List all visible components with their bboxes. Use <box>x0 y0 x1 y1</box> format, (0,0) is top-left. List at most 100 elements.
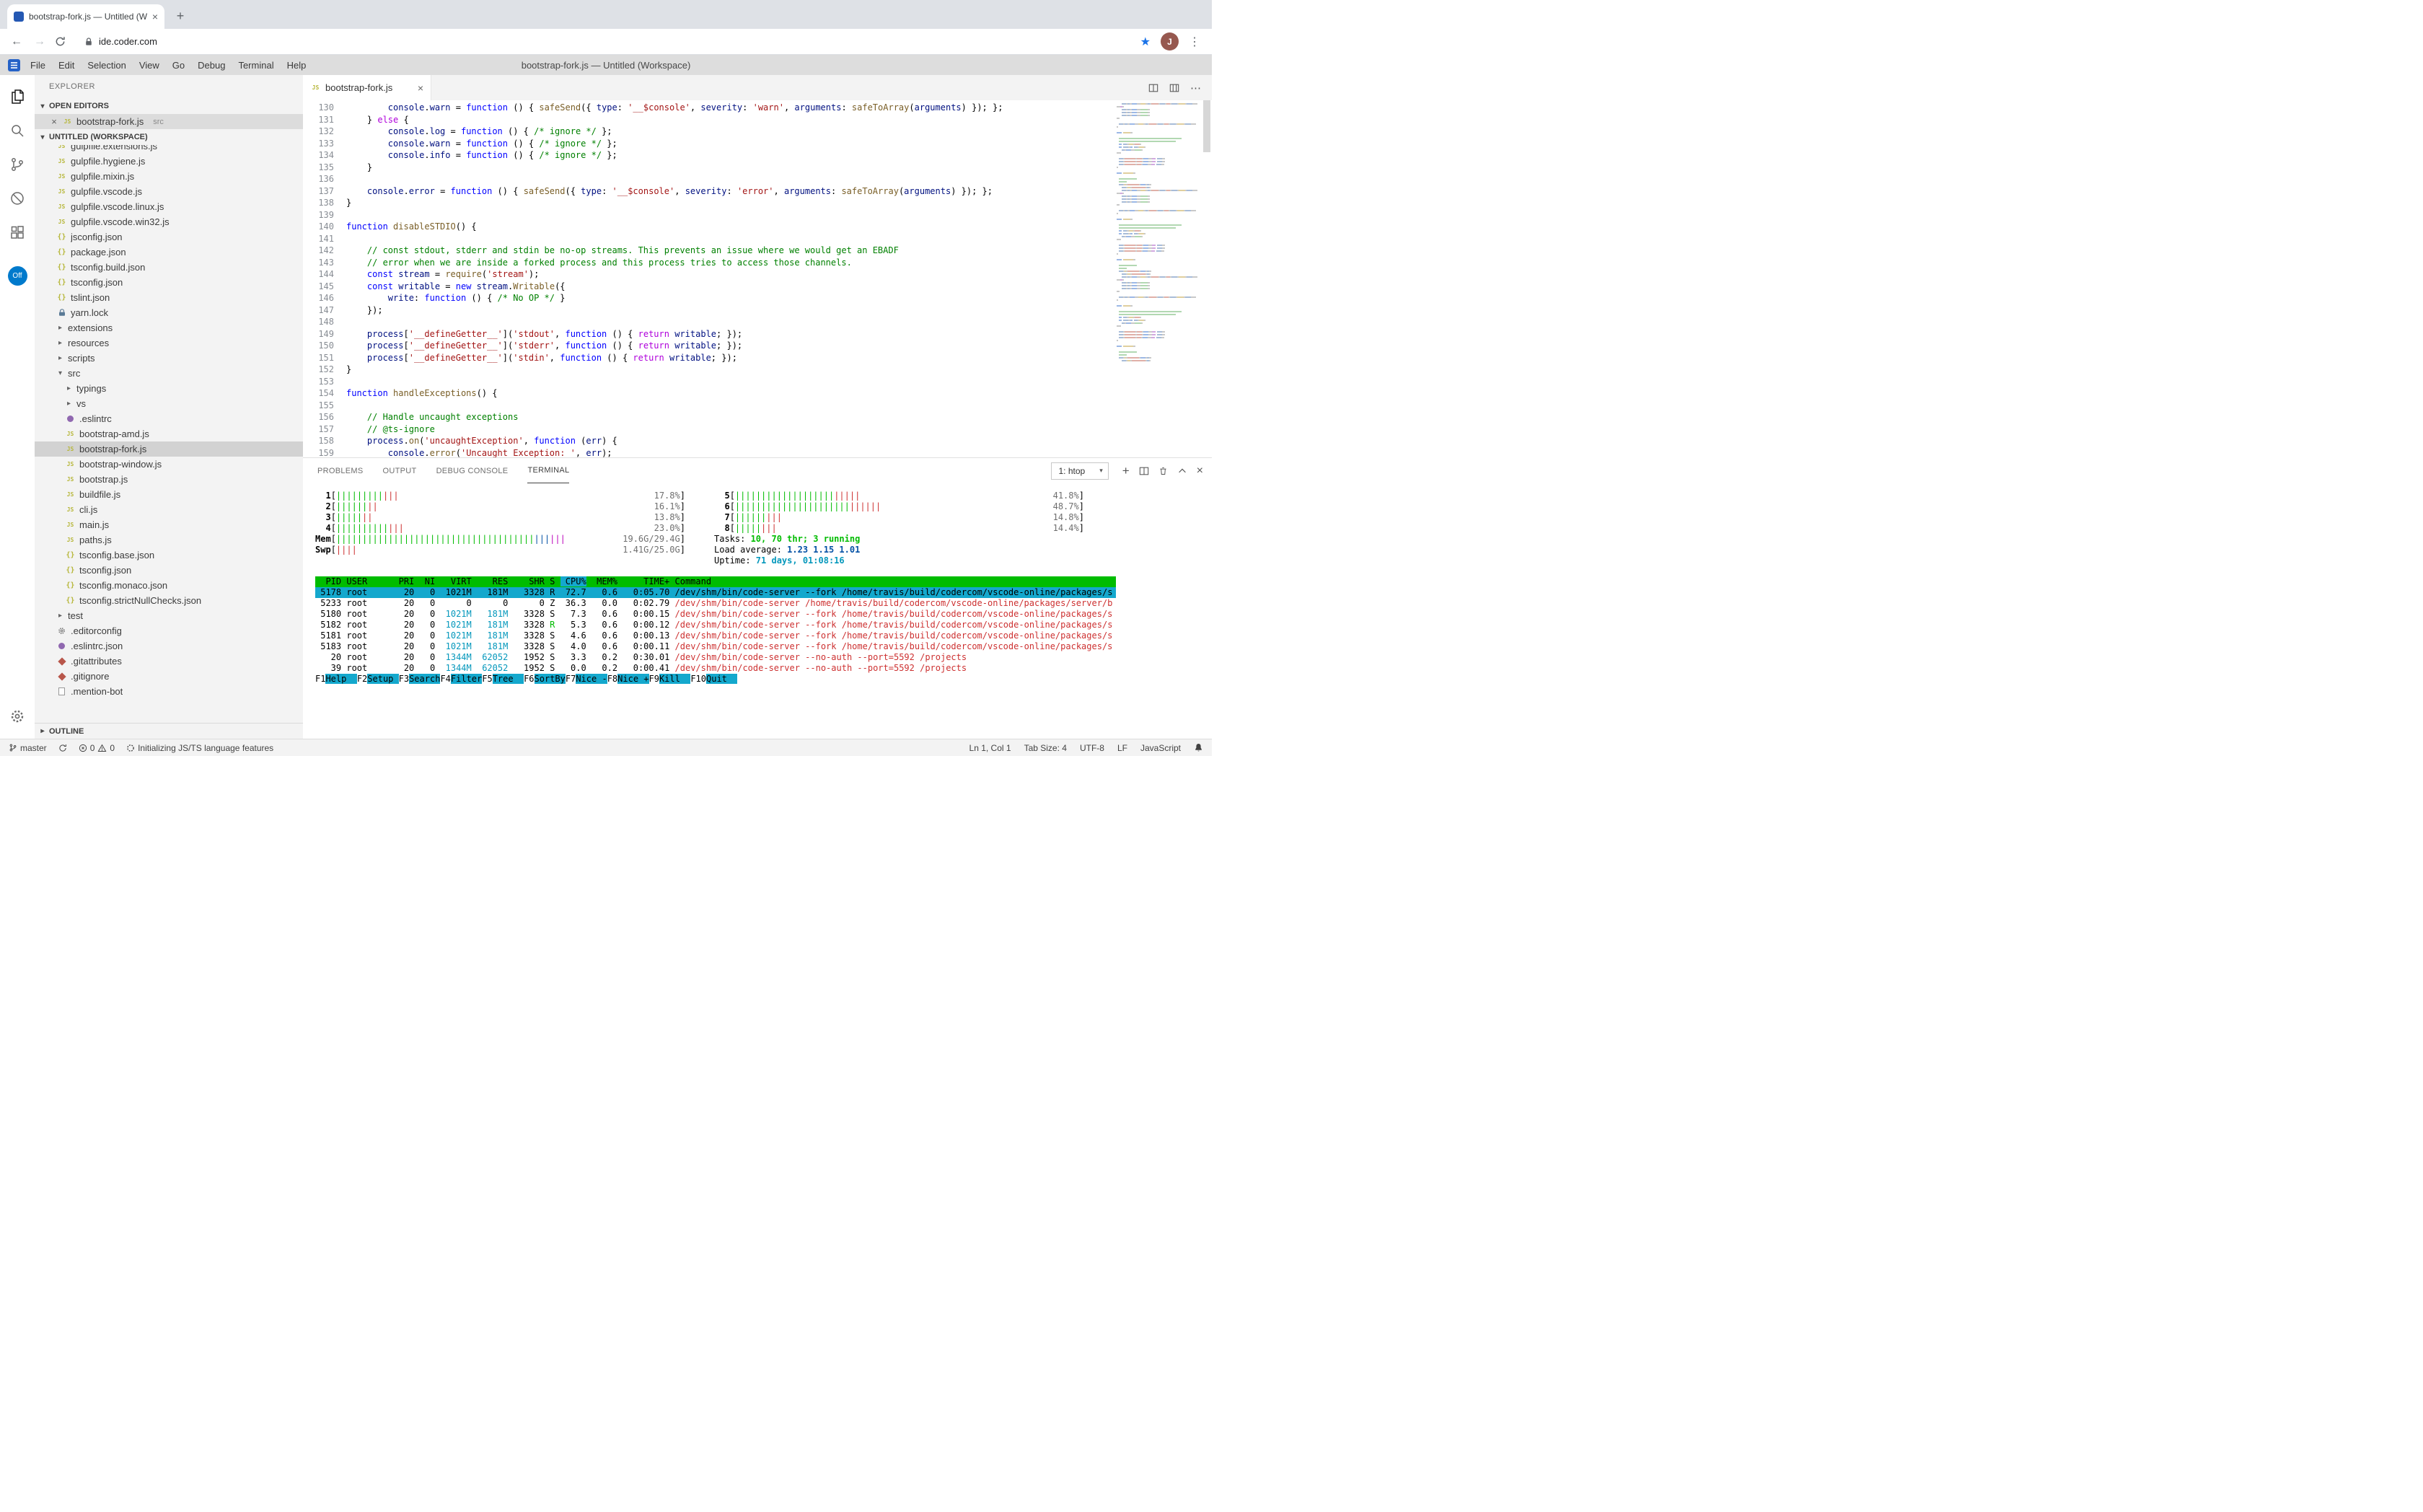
forward-icon[interactable]: → <box>32 35 48 48</box>
terminal-picker[interactable]: 1: htop ▾ <box>1051 462 1108 480</box>
terminal[interactable]: 1[||||||||||||17.8%] 2[||||||||16.1%] 3[… <box>303 483 1212 739</box>
kill-terminal-icon[interactable] <box>1158 466 1168 476</box>
address-bar[interactable]: ide.coder.com <box>78 36 1130 47</box>
htop-process-row[interactable]: 5181 root 20 0 1021M 181M 3328 S 4.6 0.6… <box>315 630 1116 641</box>
editor-tab[interactable]: JS bootstrap-fork.js × <box>303 75 431 100</box>
cursor-position[interactable]: Ln 1, Col 1 <box>969 743 1011 753</box>
code-editor[interactable]: 1301311321331341351361371381391401411421… <box>303 100 1212 457</box>
browser-menu-icon[interactable]: ⋮ <box>1186 35 1203 49</box>
file-tree-item[interactable]: JScli.js <box>35 502 303 517</box>
file-tree-item[interactable]: {}tsconfig.strictNullChecks.json <box>35 593 303 608</box>
explorer-icon[interactable] <box>0 79 35 113</box>
file-tree-item[interactable]: {}tsconfig.json <box>35 563 303 578</box>
back-icon[interactable]: ← <box>9 35 25 48</box>
folder-tree-item[interactable]: ▸resources <box>35 335 303 351</box>
new-terminal-icon[interactable]: + <box>1122 465 1130 477</box>
htop-process-row[interactable]: 5182 root 20 0 1021M 181M 3328 R 5.3 0.6… <box>315 620 1116 630</box>
split-editor-icon[interactable] <box>1148 83 1158 93</box>
extensions-icon[interactable] <box>0 215 35 249</box>
file-tree-item[interactable]: {}tslint.json <box>35 290 303 305</box>
notifications-bell-icon[interactable] <box>1194 743 1203 752</box>
folder-tree-item[interactable]: ▸scripts <box>35 351 303 366</box>
file-tree-item[interactable]: .eslintrc.json <box>35 638 303 654</box>
search-icon[interactable] <box>0 113 35 147</box>
file-tree-item[interactable]: JSgulpfile.vscode.win32.js <box>35 214 303 229</box>
language-mode[interactable]: JavaScript <box>1140 743 1181 753</box>
menu-item-go[interactable]: Go <box>166 60 191 71</box>
settings-gear-icon[interactable] <box>0 699 35 733</box>
workspace-header[interactable]: ▾ UNTITLED (WORKSPACE) <box>35 129 303 145</box>
file-tree-item[interactable]: JSgulpfile.vscode.js <box>35 184 303 199</box>
new-tab-button[interactable]: + <box>170 6 190 26</box>
telemetry-off-badge[interactable]: Off <box>8 266 27 286</box>
browser-tab[interactable]: bootstrap-fork.js — Untitled (W × <box>7 4 164 29</box>
file-tree-item[interactable]: .gitattributes <box>35 654 303 669</box>
language-status-item[interactable]: Initializing JS/TS language features <box>126 743 273 753</box>
htop-process-row[interactable]: 5183 root 20 0 1021M 181M 3328 S 4.0 0.6… <box>315 641 1116 652</box>
menu-item-selection[interactable]: Selection <box>81 60 132 71</box>
file-tree-item[interactable]: JSpaths.js <box>35 532 303 548</box>
code-content[interactable]: console.warn = function () { safeSend({ … <box>346 100 1115 457</box>
file-tree-item[interactable]: {}package.json <box>35 245 303 260</box>
maximize-panel-icon[interactable] <box>1177 466 1187 476</box>
panel-tab-debug-console[interactable]: DEBUG CONSOLE <box>436 458 509 483</box>
folder-tree-item[interactable]: ▸vs <box>35 396 303 411</box>
problems-item[interactable]: 0 0 <box>79 743 115 753</box>
file-tree-item[interactable]: {}tsconfig.monaco.json <box>35 578 303 593</box>
menu-item-view[interactable]: View <box>133 60 166 71</box>
htop-function-keys[interactable]: F1Help F2Setup F3SearchF4FilterF5Tree F6… <box>315 674 1212 685</box>
outline-header[interactable]: ▸ OUTLINE <box>35 723 303 739</box>
file-tree-item[interactable]: {}jsconfig.json <box>35 229 303 245</box>
menu-item-help[interactable]: Help <box>281 60 313 71</box>
file-tree-item[interactable]: JSbuildfile.js <box>35 487 303 502</box>
folder-tree-item[interactable]: ▸test <box>35 608 303 623</box>
file-tree-item[interactable]: JSgulpfile.vscode.linux.js <box>35 199 303 214</box>
profile-avatar[interactable]: J <box>1161 32 1179 50</box>
htop-process-row[interactable]: 5233 root 20 0 0 0 0 Z 36.3 0.0 0:02.79 … <box>315 598 1116 609</box>
file-tree-item[interactable]: yarn.lock <box>35 305 303 320</box>
folder-tree-item[interactable]: ▸extensions <box>35 320 303 335</box>
menu-item-debug[interactable]: Debug <box>191 60 232 71</box>
open-editors-header[interactable]: ▾ OPEN EDITORS <box>35 98 303 114</box>
scrollbar-thumb[interactable] <box>1203 100 1210 152</box>
tab-close-icon[interactable]: × <box>418 82 423 94</box>
file-tree-item[interactable]: JSbootstrap-window.js <box>35 457 303 472</box>
file-tree-item[interactable]: JSgulpfile.hygiene.js <box>35 154 303 169</box>
close-editor-icon[interactable]: × <box>50 116 58 127</box>
sync-item[interactable] <box>58 744 67 752</box>
file-tree-item[interactable]: JSmain.js <box>35 517 303 532</box>
reload-icon[interactable] <box>55 36 71 47</box>
split-terminal-icon[interactable] <box>1139 466 1149 476</box>
menu-item-edit[interactable]: Edit <box>52 60 81 71</box>
file-tree-item[interactable]: JSgulpfile.mixin.js <box>35 169 303 184</box>
file-tree-item[interactable]: JSbootstrap-fork.js <box>35 441 303 457</box>
open-editor-item[interactable]: ×JSbootstrap-fork.jssrc <box>35 114 303 129</box>
git-branch-item[interactable]: master <box>9 743 47 753</box>
panel-tab-terminal[interactable]: TERMINAL <box>527 458 569 483</box>
minimap[interactable] <box>1115 100 1202 457</box>
htop-process-row[interactable]: 39 root 20 0 1344M 62052 1952 S 0.0 0.2 … <box>315 663 1116 674</box>
eol[interactable]: LF <box>1117 743 1127 753</box>
encoding[interactable]: UTF-8 <box>1080 743 1104 753</box>
close-panel-icon[interactable]: × <box>1197 465 1203 477</box>
file-tree-item[interactable]: {}tsconfig.base.json <box>35 548 303 563</box>
more-actions-icon[interactable]: ⋯ <box>1190 82 1201 94</box>
editor-scrollbar[interactable] <box>1202 100 1212 457</box>
panel-tab-output[interactable]: OUTPUT <box>383 458 417 483</box>
folder-tree-item[interactable]: ▸typings <box>35 381 303 396</box>
folder-tree-item[interactable]: ▾src <box>35 366 303 381</box>
tab-size[interactable]: Tab Size: 4 <box>1024 743 1067 753</box>
menu-item-file[interactable]: File <box>24 60 52 71</box>
file-tree-item[interactable]: .editorconfig <box>35 623 303 638</box>
htop-process-row[interactable]: 20 root 20 0 1344M 62052 1952 S 3.3 0.2 … <box>315 652 1116 663</box>
file-tree-item[interactable]: JSbootstrap-amd.js <box>35 426 303 441</box>
file-tree-item[interactable]: .eslintrc <box>35 411 303 426</box>
file-tree-item[interactable]: {}tsconfig.build.json <box>35 260 303 275</box>
panel-tab-problems[interactable]: PROBLEMS <box>317 458 364 483</box>
layout-icon[interactable] <box>1169 83 1179 93</box>
file-tree-item[interactable]: JSbootstrap.js <box>35 472 303 487</box>
file-tree-item[interactable]: .mention-bot <box>35 684 303 699</box>
menu-item-terminal[interactable]: Terminal <box>232 60 280 71</box>
file-tree-item[interactable]: .gitignore <box>35 669 303 684</box>
debug-icon[interactable] <box>0 181 35 215</box>
